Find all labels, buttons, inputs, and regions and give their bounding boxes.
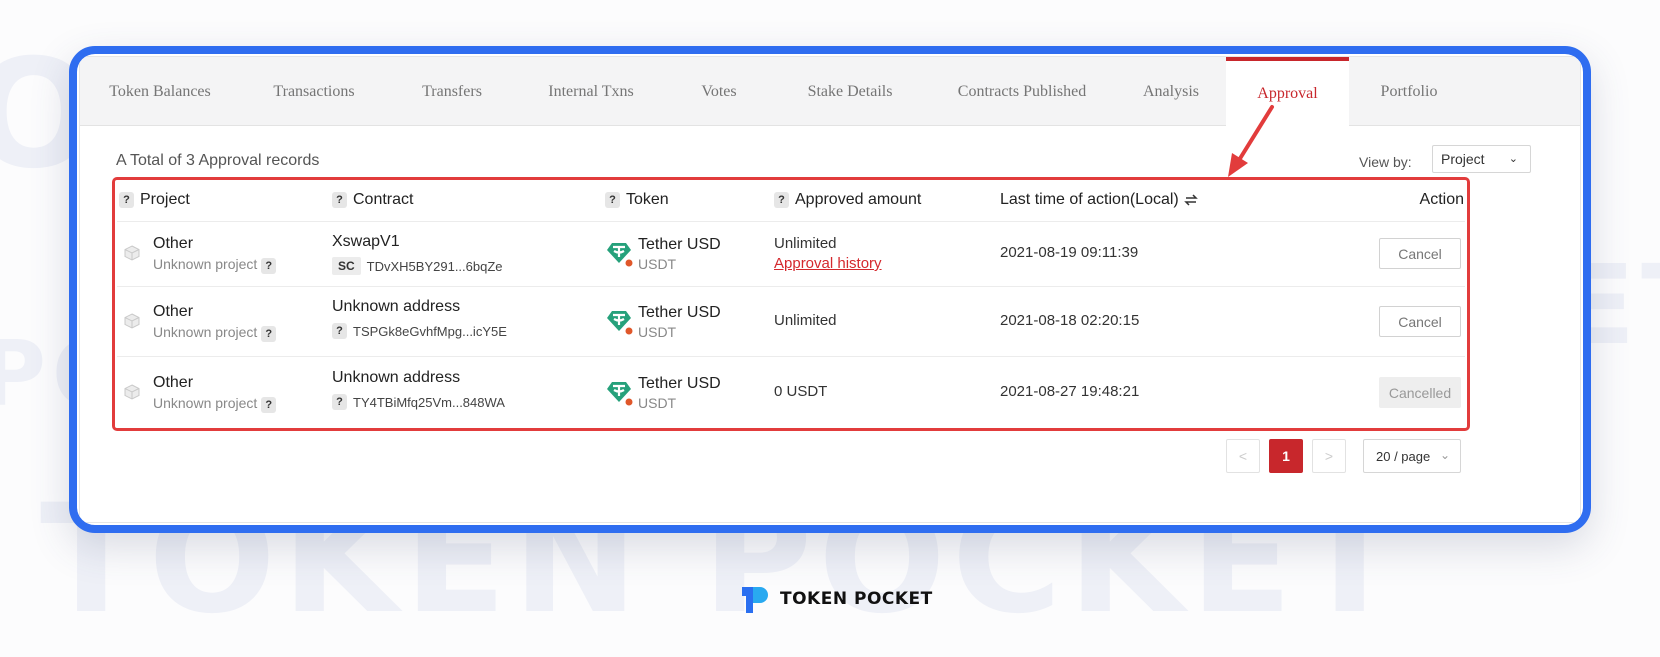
- page-size-select[interactable]: 20 / page ⌄: [1363, 439, 1461, 473]
- help-icon[interactable]: ?: [332, 394, 347, 410]
- contract-address: ? TY4TBiMfq25Vm...848WA: [332, 394, 505, 410]
- project-cube-icon: [124, 245, 140, 261]
- help-icon[interactable]: ?: [774, 192, 789, 208]
- help-icon[interactable]: ?: [119, 192, 134, 208]
- sort-toggle-icon[interactable]: [1183, 193, 1199, 207]
- tether-token-icon: [607, 243, 633, 267]
- tab-contracts-published[interactable]: Contracts Published: [928, 57, 1116, 126]
- contract-address-link[interactable]: TY4TBiMfq25Vm...848WA: [353, 395, 505, 410]
- project-sub-label: Unknown project: [153, 395, 258, 411]
- approved-amount: Unlimited: [774, 312, 837, 329]
- tab-transfers[interactable]: Transfers: [388, 57, 516, 126]
- cancel-button[interactable]: Cancel: [1379, 306, 1461, 337]
- approval-panel: Token Balances Transactions Transfers In…: [79, 56, 1581, 523]
- contract-type-tag: SC: [332, 257, 361, 275]
- tether-token-icon: [607, 382, 633, 406]
- help-icon[interactable]: ?: [332, 192, 347, 208]
- last-action-time: 2021-08-27 19:48:21: [1000, 383, 1140, 400]
- tab-bar: Token Balances Transactions Transfers In…: [80, 57, 1580, 127]
- project-sub-label: Unknown project: [153, 324, 258, 340]
- brand-name: TOKEN POCKET: [780, 589, 933, 609]
- view-by-select[interactable]: Project ⌄: [1432, 145, 1531, 173]
- token-name: Tether USD: [638, 304, 721, 321]
- tab-votes[interactable]: Votes: [666, 57, 772, 126]
- help-icon[interactable]: ?: [332, 323, 347, 339]
- project-name: Other: [153, 303, 194, 320]
- header-token-label: Token: [626, 191, 669, 208]
- token-symbol: USDT: [638, 324, 677, 340]
- page-1-button[interactable]: 1: [1269, 439, 1303, 473]
- approval-table: ? Project ? Contract ? Token ? Approved …: [112, 177, 1470, 431]
- cancelled-button: Cancelled: [1379, 377, 1461, 408]
- tether-token-icon: [607, 311, 633, 335]
- contract-name: Unknown address: [332, 369, 461, 386]
- view-by-value: Project: [1441, 151, 1485, 167]
- last-action-time: 2021-08-18 02:20:15: [1000, 312, 1140, 329]
- project-sub: Unknown project?: [153, 256, 277, 274]
- header-project: ? Project: [119, 180, 190, 220]
- contract-address: SC TDvXH5BY291...6bqZe: [332, 257, 503, 275]
- contract-address: ? TSPGk8eGvhfMpg...icY5E: [332, 323, 507, 339]
- approved-amount: 0 USDT: [774, 383, 828, 400]
- cancel-button[interactable]: Cancel: [1379, 238, 1461, 269]
- header-approved-amount: ? Approved amount: [774, 180, 921, 220]
- project-name: Other: [153, 235, 194, 252]
- token-name: Tether USD: [638, 375, 721, 392]
- tab-transactions[interactable]: Transactions: [240, 57, 388, 126]
- project-sub: Unknown project?: [153, 395, 277, 413]
- tab-internal-txns[interactable]: Internal Txns: [516, 57, 666, 126]
- tab-token-balances[interactable]: Token Balances: [80, 57, 240, 126]
- row-divider: [117, 286, 1465, 287]
- tokenpocket-logo-icon: [742, 587, 768, 613]
- contract-name: XswapV1: [332, 233, 400, 250]
- token-symbol: USDT: [638, 256, 677, 272]
- row-divider: [117, 356, 1465, 357]
- brand-logo: TOKEN POCKET: [740, 583, 933, 615]
- contract-address-link[interactable]: TSPGk8eGvhfMpg...icY5E: [353, 324, 507, 339]
- chevron-down-icon: ⌄: [1439, 448, 1450, 462]
- header-action: Action: [1419, 191, 1464, 208]
- chevron-down-icon: ⌄: [1508, 153, 1518, 165]
- project-sub: Unknown project?: [153, 324, 277, 342]
- view-by-label: View by:: [1359, 154, 1412, 170]
- project-cube-icon: [124, 313, 140, 329]
- records-total: A Total of 3 Approval records: [116, 152, 320, 169]
- help-icon[interactable]: ?: [261, 397, 277, 413]
- tab-portfolio[interactable]: Portfolio: [1349, 57, 1469, 126]
- contract-name: Unknown address: [332, 298, 461, 315]
- project-name: Other: [153, 374, 194, 391]
- contract-address-link[interactable]: TDvXH5BY291...6bqZe: [367, 259, 503, 274]
- header-last-time-label: Last time of action(Local): [1000, 191, 1179, 208]
- header-project-label: Project: [140, 191, 190, 208]
- project-sub-label: Unknown project: [153, 256, 258, 272]
- header-approved-amount-label: Approved amount: [795, 191, 922, 208]
- tab-stake-details[interactable]: Stake Details: [772, 57, 928, 126]
- annotation-arrow-icon: [1228, 105, 1274, 177]
- approval-history-link[interactable]: Approval history: [774, 255, 882, 272]
- prev-page-button[interactable]: <: [1226, 439, 1260, 473]
- header-contract: ? Contract: [332, 180, 413, 220]
- help-icon[interactable]: ?: [261, 258, 277, 274]
- header-last-time[interactable]: Last time of action(Local): [1000, 180, 1199, 220]
- page-size-value: 20 / page: [1376, 448, 1431, 464]
- help-icon[interactable]: ?: [261, 326, 277, 342]
- project-cube-icon: [124, 384, 140, 400]
- next-page-button[interactable]: >: [1312, 439, 1346, 473]
- screenshot-frame: Token Balances Transactions Transfers In…: [69, 46, 1591, 533]
- header-contract-label: Contract: [353, 191, 414, 208]
- token-symbol: USDT: [638, 395, 677, 411]
- help-icon[interactable]: ?: [605, 192, 620, 208]
- tab-analysis[interactable]: Analysis: [1116, 57, 1226, 126]
- last-action-time: 2021-08-19 09:11:39: [1000, 244, 1139, 261]
- header-token: ? Token: [605, 180, 669, 220]
- approved-amount: Unlimited: [774, 235, 837, 252]
- row-divider: [117, 221, 1465, 222]
- token-name: Tether USD: [638, 236, 721, 253]
